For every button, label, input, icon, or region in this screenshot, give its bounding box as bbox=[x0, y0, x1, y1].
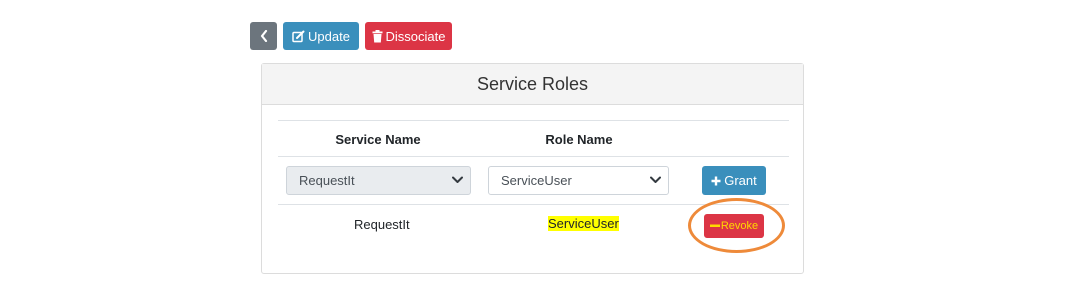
chevron-down-icon bbox=[452, 176, 463, 183]
plus-icon bbox=[711, 176, 721, 185]
service-select[interactable]: RequestIt bbox=[286, 166, 471, 195]
revoke-button[interactable]: Revoke bbox=[704, 214, 764, 238]
minus-icon bbox=[709, 224, 720, 227]
column-header-role-name: Role Name bbox=[545, 132, 613, 147]
table-row-service-name: RequestIt bbox=[354, 217, 410, 232]
column-header-service-name: Service Name bbox=[335, 132, 421, 147]
grant-button[interactable]: Grant bbox=[702, 166, 766, 195]
chevron-left-icon bbox=[260, 30, 267, 42]
update-button-label: Update bbox=[308, 28, 350, 44]
table-divider bbox=[278, 204, 789, 205]
update-button[interactable]: Update bbox=[283, 22, 359, 50]
edit-icon bbox=[292, 30, 305, 42]
dissociate-button-label: Dissociate bbox=[385, 28, 446, 44]
grant-button-label: Grant bbox=[724, 173, 757, 188]
chevron-down-icon bbox=[650, 176, 661, 183]
trash-icon bbox=[372, 29, 383, 42]
service-roles-card: Service Roles Service Name Role Name Req… bbox=[261, 63, 804, 274]
table-divider bbox=[278, 120, 789, 121]
table-row-role-name: ServiceUser bbox=[548, 216, 619, 231]
role-select-value: ServiceUser bbox=[501, 173, 572, 188]
service-select-value: RequestIt bbox=[299, 173, 355, 188]
role-select[interactable]: ServiceUser bbox=[488, 166, 669, 195]
table-divider bbox=[278, 156, 789, 157]
card-title: Service Roles bbox=[262, 64, 803, 105]
revoke-button-label: Revoke bbox=[720, 220, 759, 232]
dissociate-button[interactable]: Dissociate bbox=[365, 22, 452, 50]
back-button[interactable] bbox=[250, 22, 277, 50]
